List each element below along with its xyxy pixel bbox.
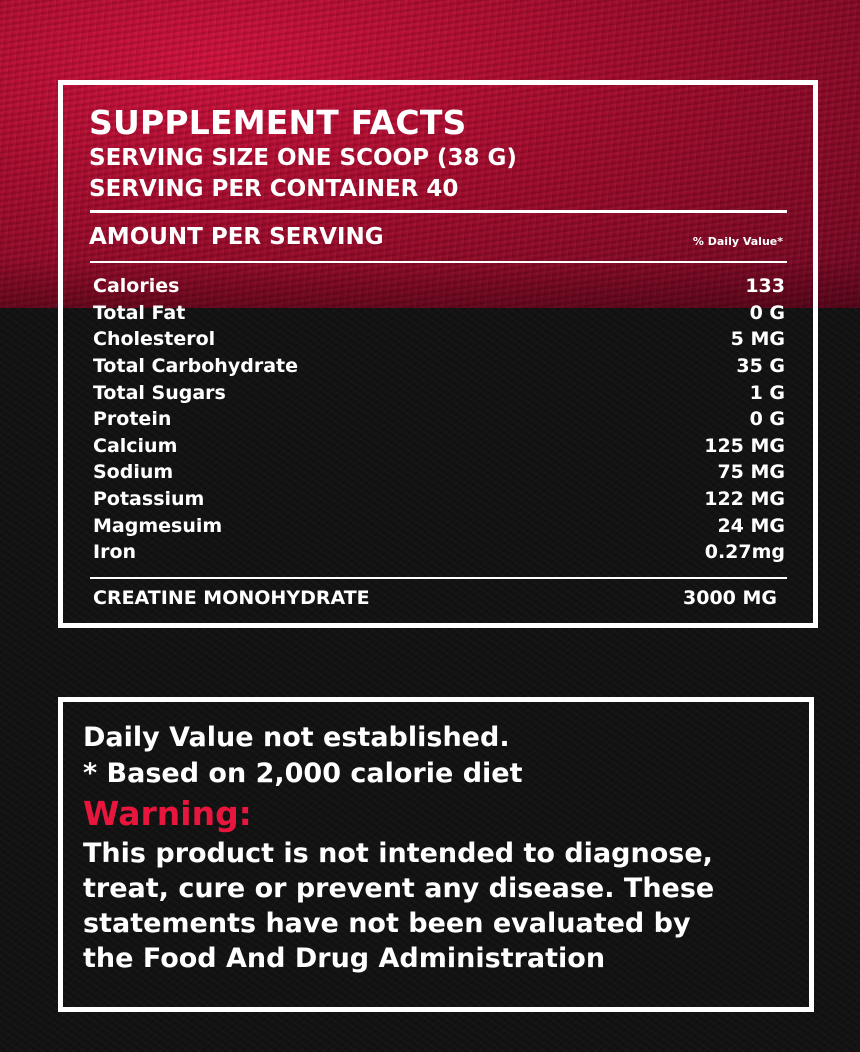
nutrient-name: Total Carbohydrate xyxy=(93,355,298,378)
facts-title: SUPPLEMENT FACTS xyxy=(89,103,467,142)
calorie-diet-note: * Based on 2,000 calorie diet xyxy=(83,758,523,789)
nutrient-row: Total Carbohydrate 35 G xyxy=(93,353,785,380)
nutrient-row: Iron 0.27mg xyxy=(93,539,785,566)
nutrient-row: Cholesterol 5 MG xyxy=(93,326,785,353)
disclaimer-panel: Daily Value not established. * Based on … xyxy=(58,697,814,1012)
nutrient-name: Calcium xyxy=(93,434,178,457)
supplement-facts-panel: SUPPLEMENT FACTS SERVING SIZE ONE SCOOP … xyxy=(58,80,818,628)
nutrient-list: Calories 133 Total Fat 0 G Cholesterol 5 MG… xyxy=(93,273,785,566)
nutrient-row: Calories 133 xyxy=(93,273,785,300)
disclaimer-line: treat, cure or prevent any disease. Thes… xyxy=(83,873,715,904)
warning-label: Warning: xyxy=(83,794,252,833)
nutrient-row: Protein 0 G xyxy=(93,406,785,433)
creatine-name: CREATINE MONOHYDRATE xyxy=(93,587,370,609)
nutrient-name: Cholesterol xyxy=(93,328,216,351)
nutrient-name: Total Fat xyxy=(93,301,186,324)
nutrient-amount: 24 MG xyxy=(717,514,785,537)
nutrient-amount: 35 G xyxy=(736,355,785,378)
nutrient-amount: 1 G xyxy=(749,381,785,404)
disclaimer-text: This product is not intended to diagnose… xyxy=(83,836,783,976)
daily-value-note: Daily Value not established. xyxy=(83,722,510,753)
nutrient-name: Potassium xyxy=(93,488,205,511)
disclaimer-line: This product is not intended to diagnose… xyxy=(83,838,713,869)
nutrient-amount: 0 G xyxy=(749,408,785,431)
disclaimer-line: statements have not been evaluated by xyxy=(83,908,691,939)
nutrient-amount: 122 MG xyxy=(704,488,785,511)
divider-line xyxy=(90,261,787,263)
nutrient-row: Potassium 122 MG xyxy=(93,486,785,513)
nutrient-row: Total Fat 0 G xyxy=(93,300,785,327)
nutrient-amount: 125 MG xyxy=(704,434,785,457)
servings-per-container: SERVING PER CONTAINER 40 xyxy=(89,176,459,202)
nutrient-amount: 0 G xyxy=(749,301,785,324)
nutrient-amount: 75 MG xyxy=(717,461,785,484)
nutrient-name: Protein xyxy=(93,408,172,431)
nutrient-name: Iron xyxy=(93,541,137,564)
disclaimer-line: the Food And Drug Administration xyxy=(83,943,606,974)
divider-line xyxy=(90,577,787,579)
nutrient-row: Calcium 125 MG xyxy=(93,433,785,460)
nutrient-amount: 133 xyxy=(745,275,785,298)
nutrient-row: Total Sugars 1 G xyxy=(93,379,785,406)
nutrient-row: Sodium 75 MG xyxy=(93,459,785,486)
creatine-row: CREATINE MONOHYDRATE 3000 MG xyxy=(93,587,777,609)
nutrient-name: Magmesuim xyxy=(93,514,223,537)
nutrient-row: Magmesuim 24 MG xyxy=(93,512,785,539)
serving-size: SERVING SIZE ONE SCOOP (38 G) xyxy=(89,145,517,171)
nutrient-amount: 5 MG xyxy=(730,328,785,351)
amount-per-serving-heading: AMOUNT PER SERVING xyxy=(89,224,384,250)
nutrient-name: Total Sugars xyxy=(93,381,226,404)
daily-value-heading: % Daily Value* xyxy=(692,235,783,248)
nutrient-amount: 0.27mg xyxy=(704,541,785,564)
nutrient-name: Sodium xyxy=(93,461,174,484)
divider-line xyxy=(90,210,787,213)
creatine-amount: 3000 MG xyxy=(683,587,777,609)
nutrient-name: Calories xyxy=(93,275,180,298)
